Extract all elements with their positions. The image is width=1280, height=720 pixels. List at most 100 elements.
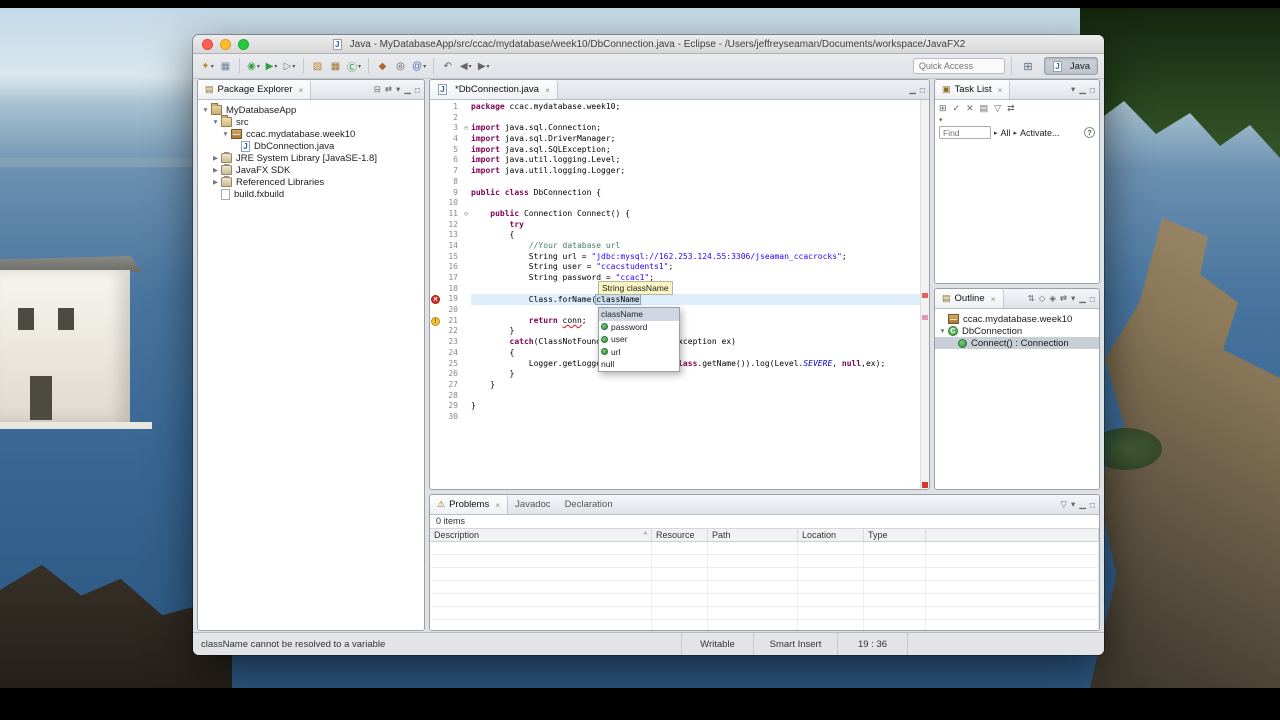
completion-item-null[interactable]: null	[599, 358, 679, 371]
collapse-arrow-icon[interactable]: ▼	[211, 119, 220, 126]
column-header-location[interactable]: Location	[798, 529, 864, 541]
code-line[interactable]: ✕ 19 Class.forName(className	[430, 294, 920, 306]
code-editor[interactable]: 1 package ccac.mydatabase.week10; 2 3 ⊖ impor…	[430, 100, 929, 489]
sort-icon[interactable]: ⇅	[1028, 293, 1035, 304]
completion-item-password[interactable]: password	[599, 321, 679, 334]
expand-arrow-icon[interactable]: ▶	[211, 166, 220, 174]
maximize-icon[interactable]: □	[1090, 500, 1095, 510]
code-line[interactable]: 17 String password = "ccac1";	[430, 273, 920, 284]
tree-item-src[interactable]: ▼ src	[198, 115, 424, 128]
code-line[interactable]: 16 String user = "ccacstudents1";	[430, 262, 920, 273]
close-window-button[interactable]	[202, 38, 213, 50]
tab-task-list[interactable]: ▣ Task List ×	[935, 80, 1011, 99]
close-tab-icon[interactable]: ×	[997, 85, 1002, 95]
quickfix-marker-icon[interactable]: !	[431, 316, 440, 326]
minimize-icon[interactable]: ▁	[909, 84, 916, 95]
completion-item-url[interactable]: url	[599, 346, 679, 359]
find-input[interactable]	[939, 126, 991, 139]
minimize-icon[interactable]: ▁	[404, 84, 411, 95]
new-wizard-icon[interactable]: ✦ ▾	[199, 58, 216, 75]
last-edit-location-icon[interactable]: ↶	[439, 58, 456, 75]
open-perspective-button[interactable]: ⊞	[1018, 57, 1038, 75]
tree-item-build-fxbuild[interactable]: build.fxbuild	[198, 188, 424, 200]
minimize-icon[interactable]: ▁	[1079, 293, 1086, 304]
problems-row[interactable]	[430, 542, 1099, 555]
code-line[interactable]: 11 ⊖ public Connection Connect() {	[430, 209, 920, 220]
expand-arrow-icon[interactable]: ▶	[211, 154, 220, 162]
new-task-icon[interactable]: ⊞	[939, 103, 947, 114]
tree-item-jre-system-library-javase-1-8[interactable]: ▶ JRE System Library [JavaSE-1.8]	[198, 152, 424, 164]
code-line[interactable]: 9 public class DbConnection {	[430, 188, 920, 199]
tab-package-explorer[interactable]: ▤ Package Explorer ×	[198, 80, 312, 99]
code-line[interactable]: 3 ⊖ import java.sql.Connection;	[430, 123, 920, 134]
debug-icon[interactable]: ◉ ▾	[245, 58, 262, 75]
help-icon[interactable]: ?	[1084, 127, 1095, 138]
scope-arrow-icon[interactable]: ▸	[994, 129, 998, 137]
task-list-dropdown[interactable]: ▾	[935, 116, 1099, 124]
minimize-icon[interactable]: ▁	[1079, 499, 1086, 510]
new-class-icon[interactable]: Ⓒ ▾	[345, 58, 363, 75]
tab-dbconnection-java[interactable]: J *DbConnection.java ×	[430, 80, 558, 99]
column-header-path[interactable]: Path	[708, 529, 798, 541]
java-perspective-button[interactable]: J Java	[1043, 57, 1098, 75]
code-line[interactable]: 7 import java.util.logging.Logger;	[430, 166, 920, 177]
problems-row[interactable]	[430, 568, 1099, 581]
code-line[interactable]: 29}	[430, 401, 920, 412]
code-line[interactable]: 13 {	[430, 230, 920, 241]
view-menu-icon[interactable]: ▾	[1071, 499, 1075, 510]
scope-all-label[interactable]: All	[1001, 128, 1011, 138]
collapse-arrow-icon[interactable]: ▼	[201, 107, 210, 114]
maximize-icon[interactable]: □	[415, 85, 420, 95]
tab-problems[interactable]: ⚠ Problems ×	[430, 495, 509, 514]
filter-icon[interactable]: ▽	[994, 103, 1001, 114]
tree-item-mydatabaseapp[interactable]: ▼ MyDatabaseApp	[198, 103, 424, 116]
collapse-arrow-icon[interactable]: ▼	[938, 328, 947, 335]
window-titlebar[interactable]: J Java - MyDatabaseApp/src/ccac/mydataba…	[193, 35, 1104, 54]
tab-outline[interactable]: ▤ Outline ×	[935, 289, 1004, 308]
overview-ruler-marker[interactable]	[922, 293, 928, 298]
maximize-icon[interactable]: □	[1090, 294, 1095, 304]
code-line[interactable]: 6 import java.util.logging.Level;	[430, 155, 920, 166]
view-menu-icon[interactable]: ▾	[1071, 84, 1075, 95]
overview-ruler-marker[interactable]	[922, 315, 928, 320]
error-marker-icon[interactable]: ✕	[431, 295, 440, 305]
problems-row[interactable]	[430, 555, 1099, 568]
activate-arrow-icon[interactable]: ▸	[1014, 129, 1018, 137]
javadoc-icon[interactable]: @ ▾	[410, 58, 428, 75]
close-tab-icon[interactable]: ×	[991, 294, 996, 304]
collapse-arrow-icon[interactable]: ▼	[221, 131, 230, 138]
tree-item-ccac-mydatabase-week10[interactable]: ▼ ccac.mydatabase.week10	[198, 128, 424, 140]
new-package-icon[interactable]: ▦	[327, 58, 344, 75]
link-with-editor-icon[interactable]: ⇄	[385, 84, 392, 95]
code-line[interactable]: 8	[430, 177, 920, 188]
link-with-editor-icon[interactable]: ⇄	[1007, 103, 1015, 114]
filter-icon[interactable]: ▽	[1060, 499, 1067, 510]
code-line[interactable]: 2	[430, 113, 920, 124]
mark-complete-icon[interactable]: ✓	[953, 103, 961, 114]
expand-arrow-icon[interactable]: ▶	[211, 178, 220, 186]
code-line[interactable]: 18	[430, 284, 920, 295]
activate-label[interactable]: Activate...	[1020, 128, 1060, 138]
tree-item-ccac-mydatabase-week10[interactable]: ccac.mydatabase.week10	[935, 313, 1099, 325]
tab-declaration[interactable]: Declaration	[558, 495, 620, 514]
problems-row[interactable]	[430, 594, 1099, 607]
tree-item-connect-connection[interactable]: Connect() : Connection	[935, 337, 1099, 349]
minimize-icon[interactable]: ▁	[1079, 84, 1086, 95]
minimize-window-button[interactable]	[220, 38, 231, 50]
search-icon[interactable]: ◎	[392, 58, 409, 75]
code-line[interactable]: 14 //Your database url	[430, 241, 920, 252]
completion-item-classname[interactable]: className	[599, 308, 679, 321]
code-line[interactable]: 15 String url = "jdbc:mysql://162.253.12…	[430, 252, 920, 263]
quick-access-input[interactable]	[912, 58, 1005, 74]
close-tab-icon[interactable]: ×	[545, 85, 550, 95]
column-header-description[interactable]: Description ^	[430, 529, 652, 541]
code-line[interactable]: 12 try	[430, 220, 920, 231]
fold-marker-icon[interactable]: ⊖	[461, 123, 471, 134]
code-line[interactable]: 28	[430, 391, 920, 402]
back-icon[interactable]: ◀ ▾	[457, 58, 474, 75]
zoom-window-button[interactable]	[238, 38, 249, 50]
new-java-project-icon[interactable]: ▨	[309, 58, 326, 75]
view-menu-icon[interactable]: ▾	[1071, 293, 1075, 304]
link-with-editor-icon[interactable]: ⇄	[1060, 293, 1067, 304]
code-line[interactable]: 1 package ccac.mydatabase.week10;	[430, 102, 920, 113]
